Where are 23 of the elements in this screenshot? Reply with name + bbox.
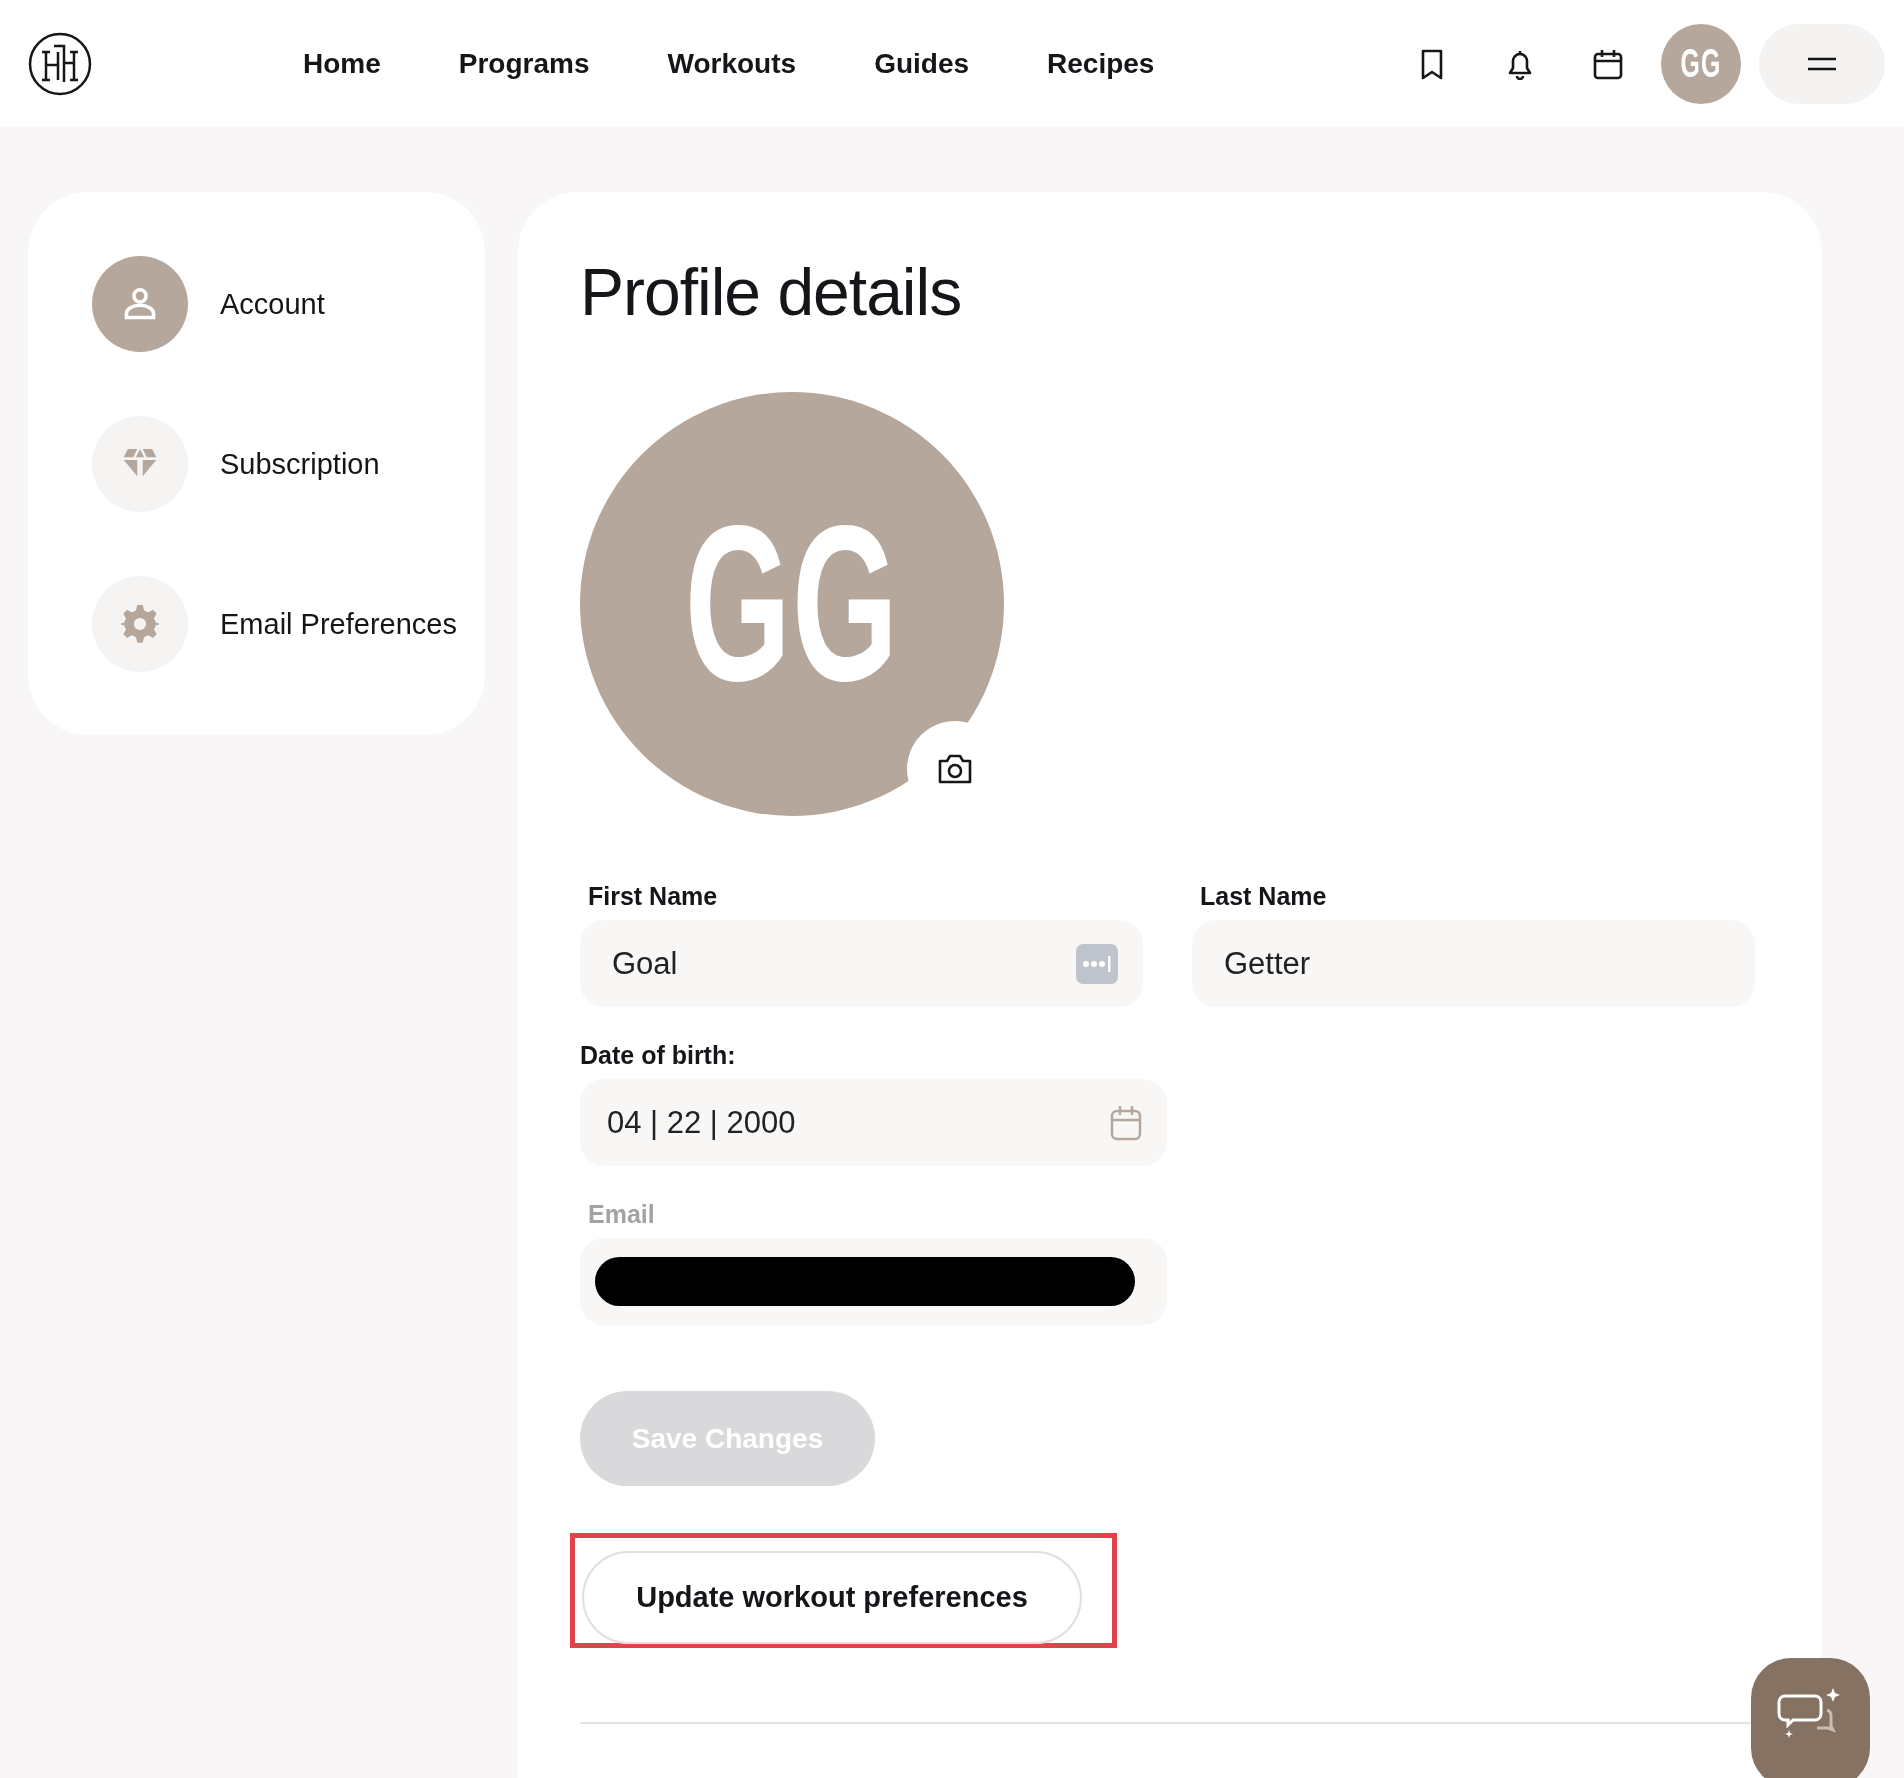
- sidebar-item[interactable]: Account: [92, 256, 485, 352]
- field-label: Date of birth:: [580, 1041, 737, 1070]
- nav-link[interactable]: Workouts: [667, 47, 797, 80]
- calendar-icon[interactable]: [1593, 47, 1623, 80]
- page-title: Profile details: [580, 254, 963, 330]
- sidebar-item[interactable]: Email Preferences: [92, 576, 485, 672]
- logo-icon[interactable]: [28, 31, 92, 96]
- nav-link[interactable]: Guides: [874, 47, 970, 80]
- menu-icon: [1806, 55, 1838, 72]
- preferences-button[interactable]: Update workout preferences: [582, 1551, 1082, 1644]
- text-field[interactable]: Goal: [580, 920, 1143, 1007]
- nav-link[interactable]: Recipes: [1047, 47, 1155, 80]
- field-label: Last Name: [1200, 882, 1328, 911]
- date-field[interactable]: 04 | 22 | 2000: [580, 1079, 1167, 1166]
- profile-avatar: GG: [580, 392, 1004, 816]
- sidebar-item[interactable]: Subscription: [92, 416, 485, 512]
- nav-link[interactable]: Home: [303, 47, 381, 80]
- nav-link[interactable]: Programs: [458, 47, 590, 80]
- camera-icon: [936, 752, 974, 786]
- text-field[interactable]: Getter: [1192, 920, 1755, 1007]
- field-label: First Name: [588, 882, 719, 911]
- chat-button[interactable]: [1751, 1658, 1870, 1778]
- field-label: Email: [588, 1200, 656, 1229]
